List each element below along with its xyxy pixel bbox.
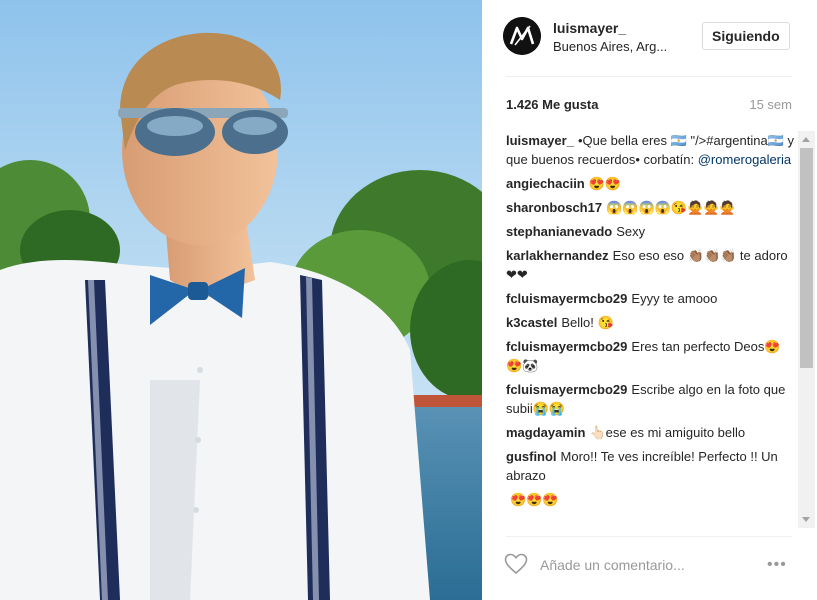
comment-text: Bello! 😘: [561, 315, 614, 330]
comment-item: 😍😍😍: [506, 490, 796, 509]
comment-item: fcluismayermcbo29 Escribe algo en la foto…: [506, 380, 796, 418]
heart-icon[interactable]: [504, 553, 528, 580]
comment-text: 😍😍: [588, 176, 622, 191]
post-age[interactable]: 15 sem: [749, 97, 792, 112]
comment-text: 😍😍😍: [510, 492, 559, 507]
comment-item: k3castel Bello! 😘: [506, 313, 796, 332]
comment-username[interactable]: magdayamin: [506, 425, 585, 440]
add-comment-bar: •••: [482, 548, 817, 582]
comment-text: 😱😱😱😱😘🙅🙅🙅: [606, 200, 736, 215]
comment-mention[interactable]: @romerogaleria: [698, 152, 791, 167]
comment-text: Sexy: [616, 224, 646, 239]
post-panel: luismayer_ Buenos Aires, Arg... Siguiend…: [482, 0, 817, 600]
more-options-icon[interactable]: •••: [767, 557, 787, 573]
comment-text: 👆🏻ese es mi amiguito bello: [589, 425, 746, 440]
comments-scrollbar[interactable]: [798, 131, 815, 528]
comment-username[interactable]: k3castel: [506, 315, 557, 330]
comment-username[interactable]: luismayer_: [506, 133, 574, 148]
scroll-thumb[interactable]: [800, 148, 813, 368]
comment-username[interactable]: fcluismayermcbo29: [506, 382, 627, 397]
post-location[interactable]: Buenos Aires, Arg...: [553, 39, 667, 54]
comment-item: fcluismayermcbo29 Eyyy te amooo: [506, 289, 796, 308]
comments-list: luismayer_ •Que bella eres 🇦🇷 "/>#argenti…: [506, 131, 796, 528]
comment-item: magdayamin 👆🏻ese es mi amiguito bello: [506, 423, 796, 442]
post-photo[interactable]: [0, 0, 482, 600]
comment-username[interactable]: stephanianevado: [506, 224, 612, 239]
comment-item: karlakhernandez Eso eso eso 👏🏽👏🏽👏🏽 te ado…: [506, 246, 796, 284]
photo-illustration: [0, 0, 482, 600]
comment-item: luismayer_ •Que bella eres 🇦🇷 "/>#argenti…: [506, 131, 796, 169]
post-username[interactable]: luismayer_: [553, 20, 626, 36]
likes-count[interactable]: 1.426 Me gusta: [506, 97, 599, 112]
comment-item: sharonbosch17 😱😱😱😱😘🙅🙅🙅: [506, 198, 796, 217]
following-button[interactable]: Siguiendo: [702, 22, 790, 50]
comment-item: angiechaciin 😍😍: [506, 174, 796, 193]
footer-divider: [506, 536, 792, 537]
comment-username[interactable]: fcluismayermcbo29: [506, 339, 627, 354]
comment-text: Eyyy te amooo: [631, 291, 718, 306]
comment-input[interactable]: [538, 552, 742, 578]
scroll-down-arrow-icon[interactable]: [802, 517, 810, 522]
avatar[interactable]: [503, 17, 541, 55]
comment-username[interactable]: sharonbosch17: [506, 200, 602, 215]
lm-logo-icon: [503, 17, 541, 55]
comment-item: stephanianevado Sexy: [506, 222, 796, 241]
post-header: luismayer_ Buenos Aires, Arg... Siguiend…: [482, 0, 817, 76]
scroll-up-arrow-icon[interactable]: [802, 137, 810, 142]
comment-item: fcluismayermcbo29 Eres tan perfecto Deos😍…: [506, 337, 796, 375]
comment-username[interactable]: gusfinol: [506, 449, 557, 464]
comment-item: gusfinol Moro!! Te ves increíble! Perfect…: [506, 447, 796, 485]
header-divider: [506, 76, 792, 77]
comment-username[interactable]: karlakhernandez: [506, 248, 609, 263]
comment-username[interactable]: fcluismayermcbo29: [506, 291, 627, 306]
comment-username[interactable]: angiechaciin: [506, 176, 585, 191]
